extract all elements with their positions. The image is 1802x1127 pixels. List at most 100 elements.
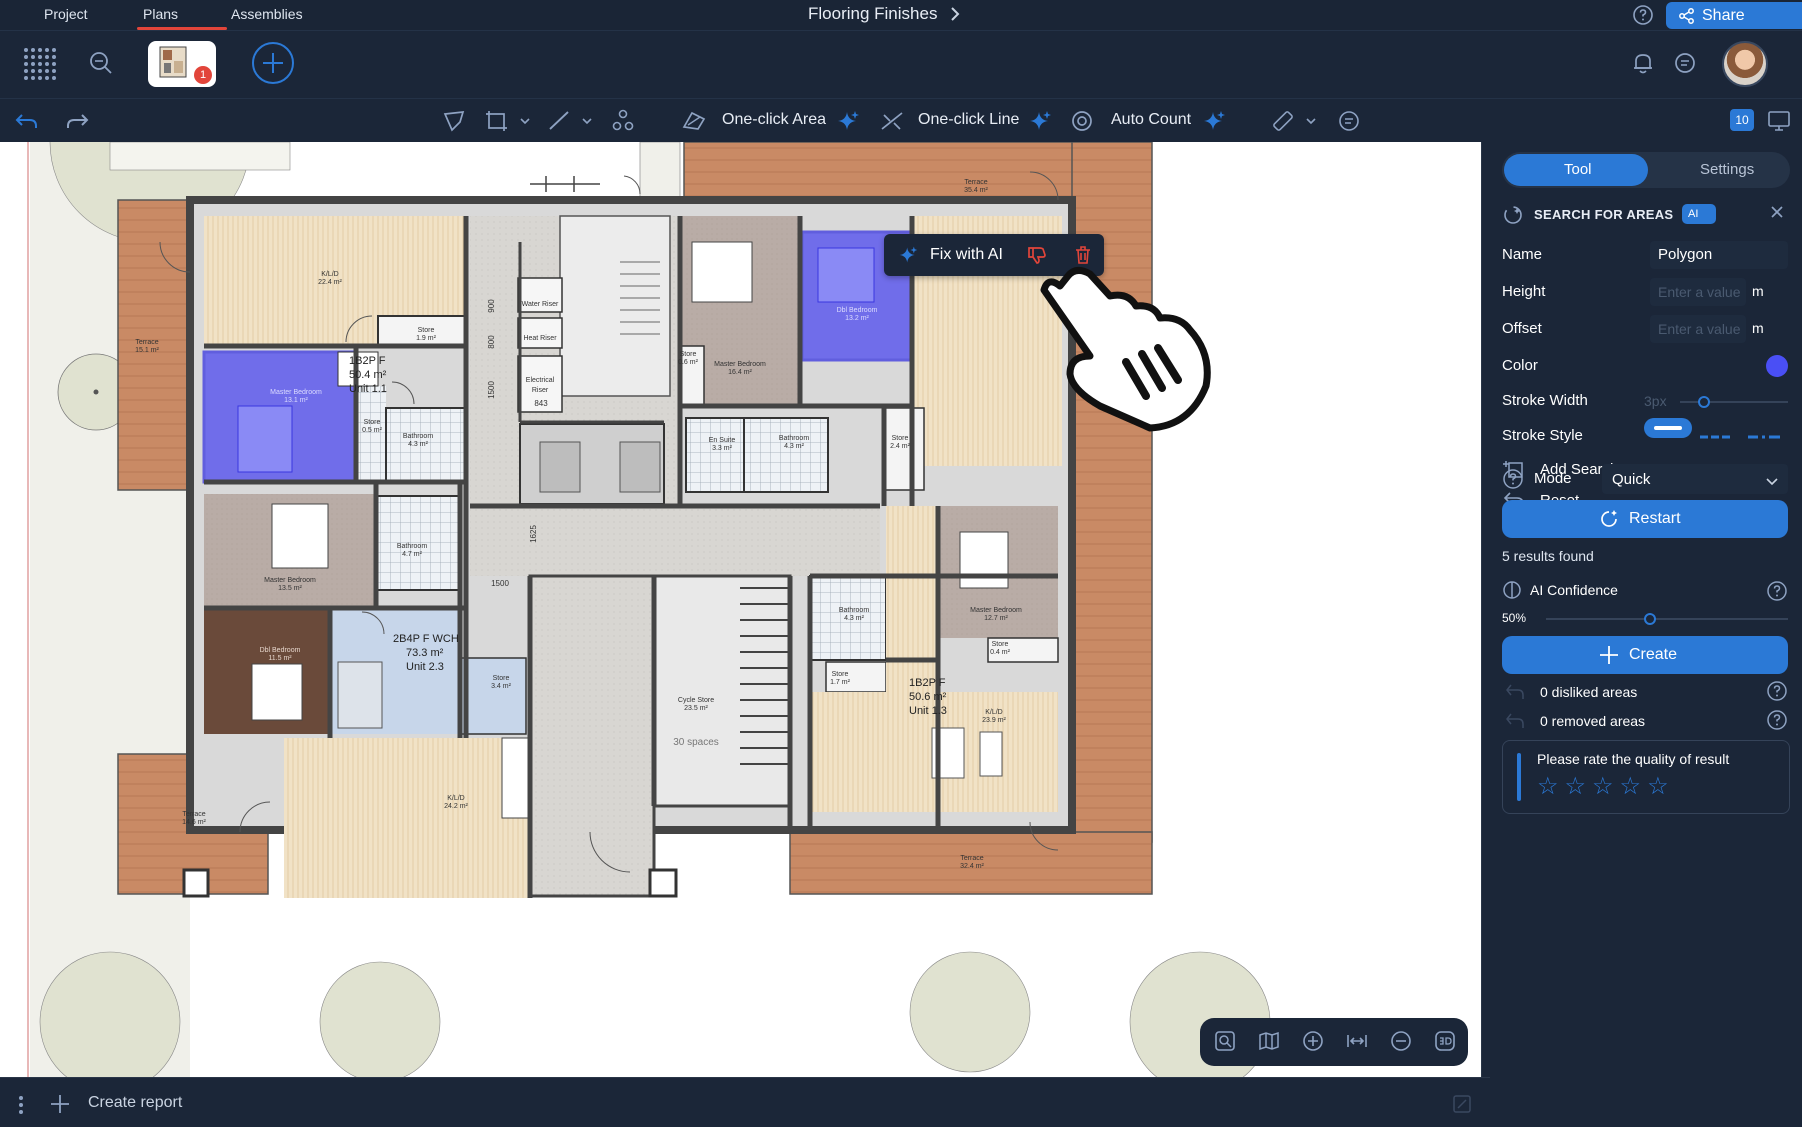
svg-text:Bathroom: Bathroom	[839, 607, 870, 614]
mode-select[interactable]: Quick	[1602, 464, 1788, 494]
one-click-area-icon[interactable]	[680, 109, 708, 138]
auto-count-icon[interactable]	[1070, 109, 1096, 138]
fix-with-ai-button[interactable]: Fix with AI	[930, 246, 1003, 264]
view-controls	[1200, 1018, 1468, 1066]
removed-help-icon[interactable]	[1766, 709, 1788, 736]
stroke-width-slider-handle[interactable]	[1698, 396, 1710, 408]
svg-text:Terrace: Terrace	[964, 179, 987, 186]
ai-sparkle-icon[interactable]	[836, 109, 860, 138]
ai-sparkle-icon[interactable]	[1202, 109, 1226, 138]
svg-text:Master Bedroom: Master Bedroom	[714, 361, 766, 368]
rating-stars: ☆ ☆ ☆ ☆ ☆	[1537, 775, 1669, 799]
plan-canvas[interactable]: K/L/D 22.4 m² Terrace 15.1 m² Store 1.9 m² …	[0, 142, 1482, 1077]
svg-text:3.3 m²: 3.3 m²	[712, 445, 733, 452]
zoom-out-icon[interactable]	[1390, 1030, 1412, 1057]
dislike-icon	[1504, 682, 1526, 707]
line-tool-icon[interactable]	[546, 109, 572, 138]
app-menu-icon[interactable]	[24, 48, 58, 82]
restart-icon	[1598, 508, 1620, 535]
comments-icon[interactable]	[1673, 51, 1697, 80]
ai-confidence-value: 50%	[1502, 611, 1527, 625]
create-button[interactable]: Create	[1502, 636, 1788, 674]
mode-info-icon[interactable]	[1502, 468, 1524, 495]
one-click-line-label[interactable]: One-click Line	[918, 111, 1019, 129]
notification-bell-icon[interactable]	[1630, 50, 1656, 81]
pointer-hand-icon	[1040, 267, 1211, 432]
color-swatch[interactable]	[1766, 355, 1788, 377]
ai-sparkle-icon[interactable]	[1028, 109, 1052, 138]
ai-confidence-help-icon[interactable]	[1766, 580, 1788, 607]
chevron-right-icon[interactable]	[948, 4, 962, 29]
plan-thumbnail[interactable]: 1	[148, 41, 216, 87]
plus-icon[interactable]	[48, 1092, 72, 1121]
disliked-areas-count: 0 disliked areas	[1540, 684, 1638, 700]
svg-text:Unit 2.3: Unit 2.3	[406, 661, 444, 673]
name-value[interactable]: Polygon	[1658, 246, 1712, 263]
height-input[interactable]	[1650, 278, 1746, 306]
svg-text:23.9 m²: 23.9 m²	[982, 717, 1006, 724]
svg-text:Terrace: Terrace	[960, 855, 983, 862]
ai-confidence-slider-handle[interactable]	[1644, 613, 1656, 625]
share-icon	[1678, 7, 1696, 30]
stroke-width-slider[interactable]	[1680, 401, 1788, 403]
offset-input[interactable]	[1650, 315, 1746, 343]
collapse-panel-icon[interactable]	[1452, 1094, 1472, 1119]
disliked-help-icon[interactable]	[1766, 680, 1788, 707]
rectangle-tool-icon[interactable]	[484, 109, 510, 138]
star-icon[interactable]: ☆	[1620, 775, 1642, 799]
polygon-tool-icon[interactable]	[442, 109, 468, 138]
user-avatar[interactable]	[1722, 41, 1768, 87]
stroke-style-dash-dot[interactable]	[1748, 426, 1780, 444]
close-icon[interactable]	[1770, 205, 1784, 224]
auto-count-label[interactable]: Auto Count	[1111, 111, 1191, 129]
star-icon[interactable]: ☆	[1647, 775, 1669, 799]
star-icon[interactable]: ☆	[1537, 775, 1559, 799]
svg-text:Store: Store	[892, 435, 909, 442]
star-icon[interactable]: ☆	[1565, 775, 1587, 799]
svg-text:0.4 m²: 0.4 m²	[990, 649, 1011, 656]
star-icon[interactable]: ☆	[1592, 775, 1614, 799]
zoom-area-icon[interactable]	[1214, 1030, 1236, 1057]
one-click-area-label[interactable]: One-click Area	[722, 111, 826, 129]
count-tool-icon[interactable]	[610, 109, 636, 138]
measure-icon[interactable]	[1270, 109, 1296, 138]
annotation-icon[interactable]	[1336, 109, 1362, 138]
display-icon[interactable]	[1766, 109, 1792, 138]
line-tool-chevron-icon[interactable]	[580, 109, 594, 138]
removed-icon	[1504, 711, 1526, 736]
map-icon[interactable]	[1258, 1030, 1280, 1057]
zoom-in-icon[interactable]	[1302, 1030, 1324, 1057]
ai-confidence-slider[interactable]	[1546, 618, 1788, 620]
more-vertical-icon[interactable]	[18, 1095, 24, 1120]
tab-plans[interactable]: Plans	[143, 6, 178, 22]
fit-width-icon[interactable]	[1346, 1030, 1368, 1057]
svg-text:Dbl Bedroom: Dbl Bedroom	[837, 307, 878, 314]
create-report-button[interactable]: Create report	[88, 1094, 182, 1112]
stroke-style-solid[interactable]	[1644, 418, 1692, 438]
share-button[interactable]: Share	[1666, 2, 1802, 29]
measure-chevron-icon[interactable]	[1304, 109, 1318, 138]
add-plan-button[interactable]	[252, 42, 294, 84]
tab-tool[interactable]: Tool	[1564, 161, 1592, 178]
undo-icon[interactable]	[14, 109, 40, 138]
tab-project[interactable]: Project	[44, 6, 88, 22]
help-icon[interactable]	[1632, 4, 1654, 31]
svg-text:4.3 m²: 4.3 m²	[408, 441, 429, 448]
tab-assemblies[interactable]: Assemblies	[231, 6, 303, 22]
document-title[interactable]: Flooring Finishes	[808, 4, 937, 24]
svg-text:900: 900	[487, 299, 496, 313]
svg-text:3.4 m²: 3.4 m²	[491, 683, 512, 690]
svg-text:1.9 m²: 1.9 m²	[416, 335, 437, 342]
tab-settings[interactable]: Settings	[1700, 161, 1754, 178]
svg-text:Store: Store	[418, 327, 435, 334]
one-click-line-icon[interactable]	[878, 109, 906, 138]
layers-count-badge[interactable]: 10	[1730, 109, 1754, 131]
redo-icon[interactable]	[64, 109, 90, 138]
svg-text:Master Bedroom: Master Bedroom	[270, 389, 322, 396]
plan-count-badge: 1	[194, 66, 212, 84]
rectangle-tool-chevron-icon[interactable]	[518, 109, 532, 138]
stroke-style-dashed[interactable]	[1700, 426, 1730, 444]
restart-button[interactable]: Restart	[1502, 500, 1788, 538]
search-plans-icon[interactable]	[88, 50, 114, 81]
view-3d-icon[interactable]	[1434, 1030, 1456, 1057]
